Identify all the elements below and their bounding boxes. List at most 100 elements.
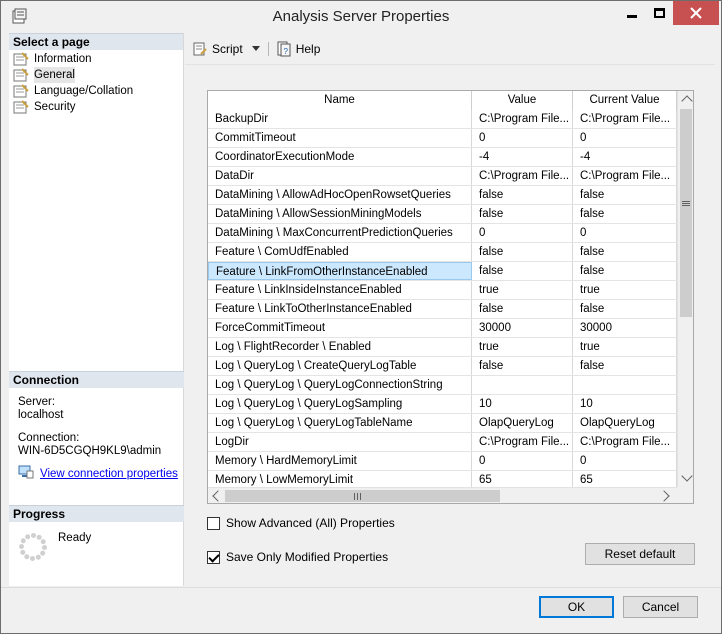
horizontal-scroll-thumb[interactable]: [225, 490, 500, 502]
table-row-selected[interactable]: Feature \ LinkFromOtherInstanceEnabled fa…: [208, 262, 677, 281]
column-header-current-value[interactable]: Current Value: [573, 91, 677, 110]
cell-value[interactable]: false: [472, 357, 573, 375]
table-row[interactable]: Log \ QueryLog \ QueryLogConnectionStrin…: [208, 376, 677, 395]
cell-name: Memory \ HardMemoryLimit: [208, 452, 472, 470]
right-panel: Script ? Help Name Value Current Value B…: [185, 33, 715, 586]
chevron-down-icon[interactable]: [251, 46, 260, 51]
column-header-value[interactable]: Value: [472, 91, 573, 110]
cell-value[interactable]: false: [472, 205, 573, 223]
help-button[interactable]: ? Help: [276, 39, 321, 59]
show-advanced-checkbox[interactable]: [207, 516, 220, 530]
cell-value[interactable]: C:\Program File...: [472, 167, 573, 185]
table-row[interactable]: DataMining \ MaxConcurrentPredictionQuer…: [208, 224, 677, 243]
table-row[interactable]: Log \ QueryLog \ QueryLogTableName OlapQu…: [208, 414, 677, 433]
connection-header: Connection: [9, 371, 184, 388]
help-label: Help: [295, 41, 321, 56]
cell-current-value: false: [573, 357, 677, 375]
cell-value[interactable]: false: [472, 186, 573, 204]
cell-name: Feature \ LinkFromOtherInstanceEnabled: [208, 262, 472, 280]
cell-value[interactable]: [472, 376, 573, 394]
table-row[interactable]: Log \ QueryLog \ CreateQueryLogTable fals…: [208, 357, 677, 376]
ok-button[interactable]: OK: [539, 596, 614, 618]
cell-value[interactable]: false: [472, 262, 573, 280]
horizontal-scrollbar[interactable]: [208, 487, 677, 503]
cell-current-value: true: [573, 338, 677, 356]
cell-current-value: false: [573, 186, 677, 204]
show-advanced-option[interactable]: Show Advanced (All) Properties: [207, 516, 395, 530]
maximize-button[interactable]: [644, 1, 674, 25]
table-row[interactable]: Feature \ LinkToOtherInstanceEnabled fals…: [208, 300, 677, 319]
cell-value[interactable]: 0: [472, 224, 573, 242]
cell-current-value: -4: [573, 148, 677, 166]
vertical-scroll-thumb[interactable]: [680, 109, 692, 317]
table-row[interactable]: CoordinatorExecutionMode -4 -4: [208, 148, 677, 167]
cell-value[interactable]: false: [472, 300, 573, 318]
cell-value[interactable]: true: [472, 281, 573, 299]
scroll-up-icon[interactable]: [681, 95, 693, 107]
connection-label: Connection:: [18, 432, 80, 444]
table-row[interactable]: Log \ QueryLog \ QueryLogSampling 10 10: [208, 395, 677, 414]
page-item-label: Security: [34, 101, 76, 113]
vertical-scrollbar[interactable]: [677, 91, 693, 487]
scroll-left-icon[interactable]: [212, 490, 224, 502]
table-row[interactable]: ForceCommitTimeout 30000 30000: [208, 319, 677, 338]
page-item-label: General: [34, 67, 75, 83]
maximize-icon: [653, 8, 665, 18]
save-modified-checkbox[interactable]: [207, 550, 220, 564]
wrench-page-icon: [13, 52, 29, 66]
cell-name: Log \ QueryLog \ QueryLogSampling: [208, 395, 472, 413]
cell-value[interactable]: C:\Program File...: [472, 433, 573, 451]
cell-name: DataMining \ AllowAdHocOpenRowsetQueries: [208, 186, 472, 204]
cell-value[interactable]: 10: [472, 395, 573, 413]
properties-dialog: Analysis Server Properties Select a page…: [0, 0, 722, 634]
title-bar[interactable]: Analysis Server Properties: [1, 1, 721, 31]
server-value: localhost: [18, 409, 64, 421]
table-row[interactable]: CommitTimeout 0 0: [208, 129, 677, 148]
script-button[interactable]: Script: [192, 39, 260, 59]
table-row[interactable]: Memory \ HardMemoryLimit 0 0: [208, 452, 677, 471]
cell-name: CommitTimeout: [208, 129, 472, 147]
cell-value[interactable]: false: [472, 243, 573, 261]
wrench-page-icon: [13, 68, 29, 82]
minimize-button[interactable]: [617, 1, 647, 25]
table-row[interactable]: DataMining \ AllowSessionMiningModels fal…: [208, 205, 677, 224]
page-item-language-collation[interactable]: Language/Collation: [9, 83, 183, 99]
cell-value[interactable]: C:\Program File...: [472, 110, 573, 128]
view-connection-properties-link[interactable]: View connection properties: [40, 468, 178, 481]
cell-value[interactable]: 30000: [472, 319, 573, 337]
close-button[interactable]: [673, 1, 719, 25]
table-row[interactable]: Feature \ LinkInsideInstanceEnabled true t…: [208, 281, 677, 300]
properties-grid[interactable]: Name Value Current Value BackupDir C:\Pro…: [207, 90, 694, 504]
cell-name: Log \ FlightRecorder \ Enabled: [208, 338, 472, 356]
cell-current-value: C:\Program File...: [573, 167, 677, 185]
table-row[interactable]: Feature \ ComUdfEnabled false false: [208, 243, 677, 262]
cell-current-value: 30000: [573, 319, 677, 337]
table-row[interactable]: Log \ FlightRecorder \ Enabled true true: [208, 338, 677, 357]
window-title: Analysis Server Properties: [272, 8, 450, 25]
cell-value[interactable]: 0: [472, 129, 573, 147]
page-item-general[interactable]: General: [9, 67, 183, 83]
scroll-down-icon[interactable]: [681, 470, 693, 482]
save-modified-option[interactable]: Save Only Modified Properties: [207, 550, 388, 564]
script-label: Script: [212, 41, 243, 56]
column-header-name[interactable]: Name: [208, 91, 472, 110]
wrench-page-icon: [13, 84, 29, 98]
page-item-security[interactable]: Security: [9, 99, 183, 115]
cancel-button[interactable]: Cancel: [623, 596, 698, 618]
table-row[interactable]: DataMining \ AllowAdHocOpenRowsetQueries…: [208, 186, 677, 205]
cell-value[interactable]: true: [472, 338, 573, 356]
page-item-information[interactable]: Information: [9, 51, 183, 67]
cell-current-value: true: [573, 281, 677, 299]
reset-default-button[interactable]: Reset default: [585, 543, 695, 565]
cell-name: Feature \ LinkToOtherInstanceEnabled: [208, 300, 472, 318]
cell-value[interactable]: -4: [472, 148, 573, 166]
cell-current-value: false: [573, 300, 677, 318]
table-row[interactable]: DataDir C:\Program File... C:\Program File…: [208, 167, 677, 186]
scroll-right-icon[interactable]: [658, 490, 670, 502]
cell-value[interactable]: 0: [472, 452, 573, 470]
server-label: Server:: [18, 396, 56, 408]
cell-current-value: 10: [573, 395, 677, 413]
table-row[interactable]: LogDir C:\Program File... C:\Program File.…: [208, 433, 677, 452]
cell-value[interactable]: OlapQueryLog: [472, 414, 573, 432]
table-row[interactable]: BackupDir C:\Program File... C:\Program Fi…: [208, 110, 677, 129]
